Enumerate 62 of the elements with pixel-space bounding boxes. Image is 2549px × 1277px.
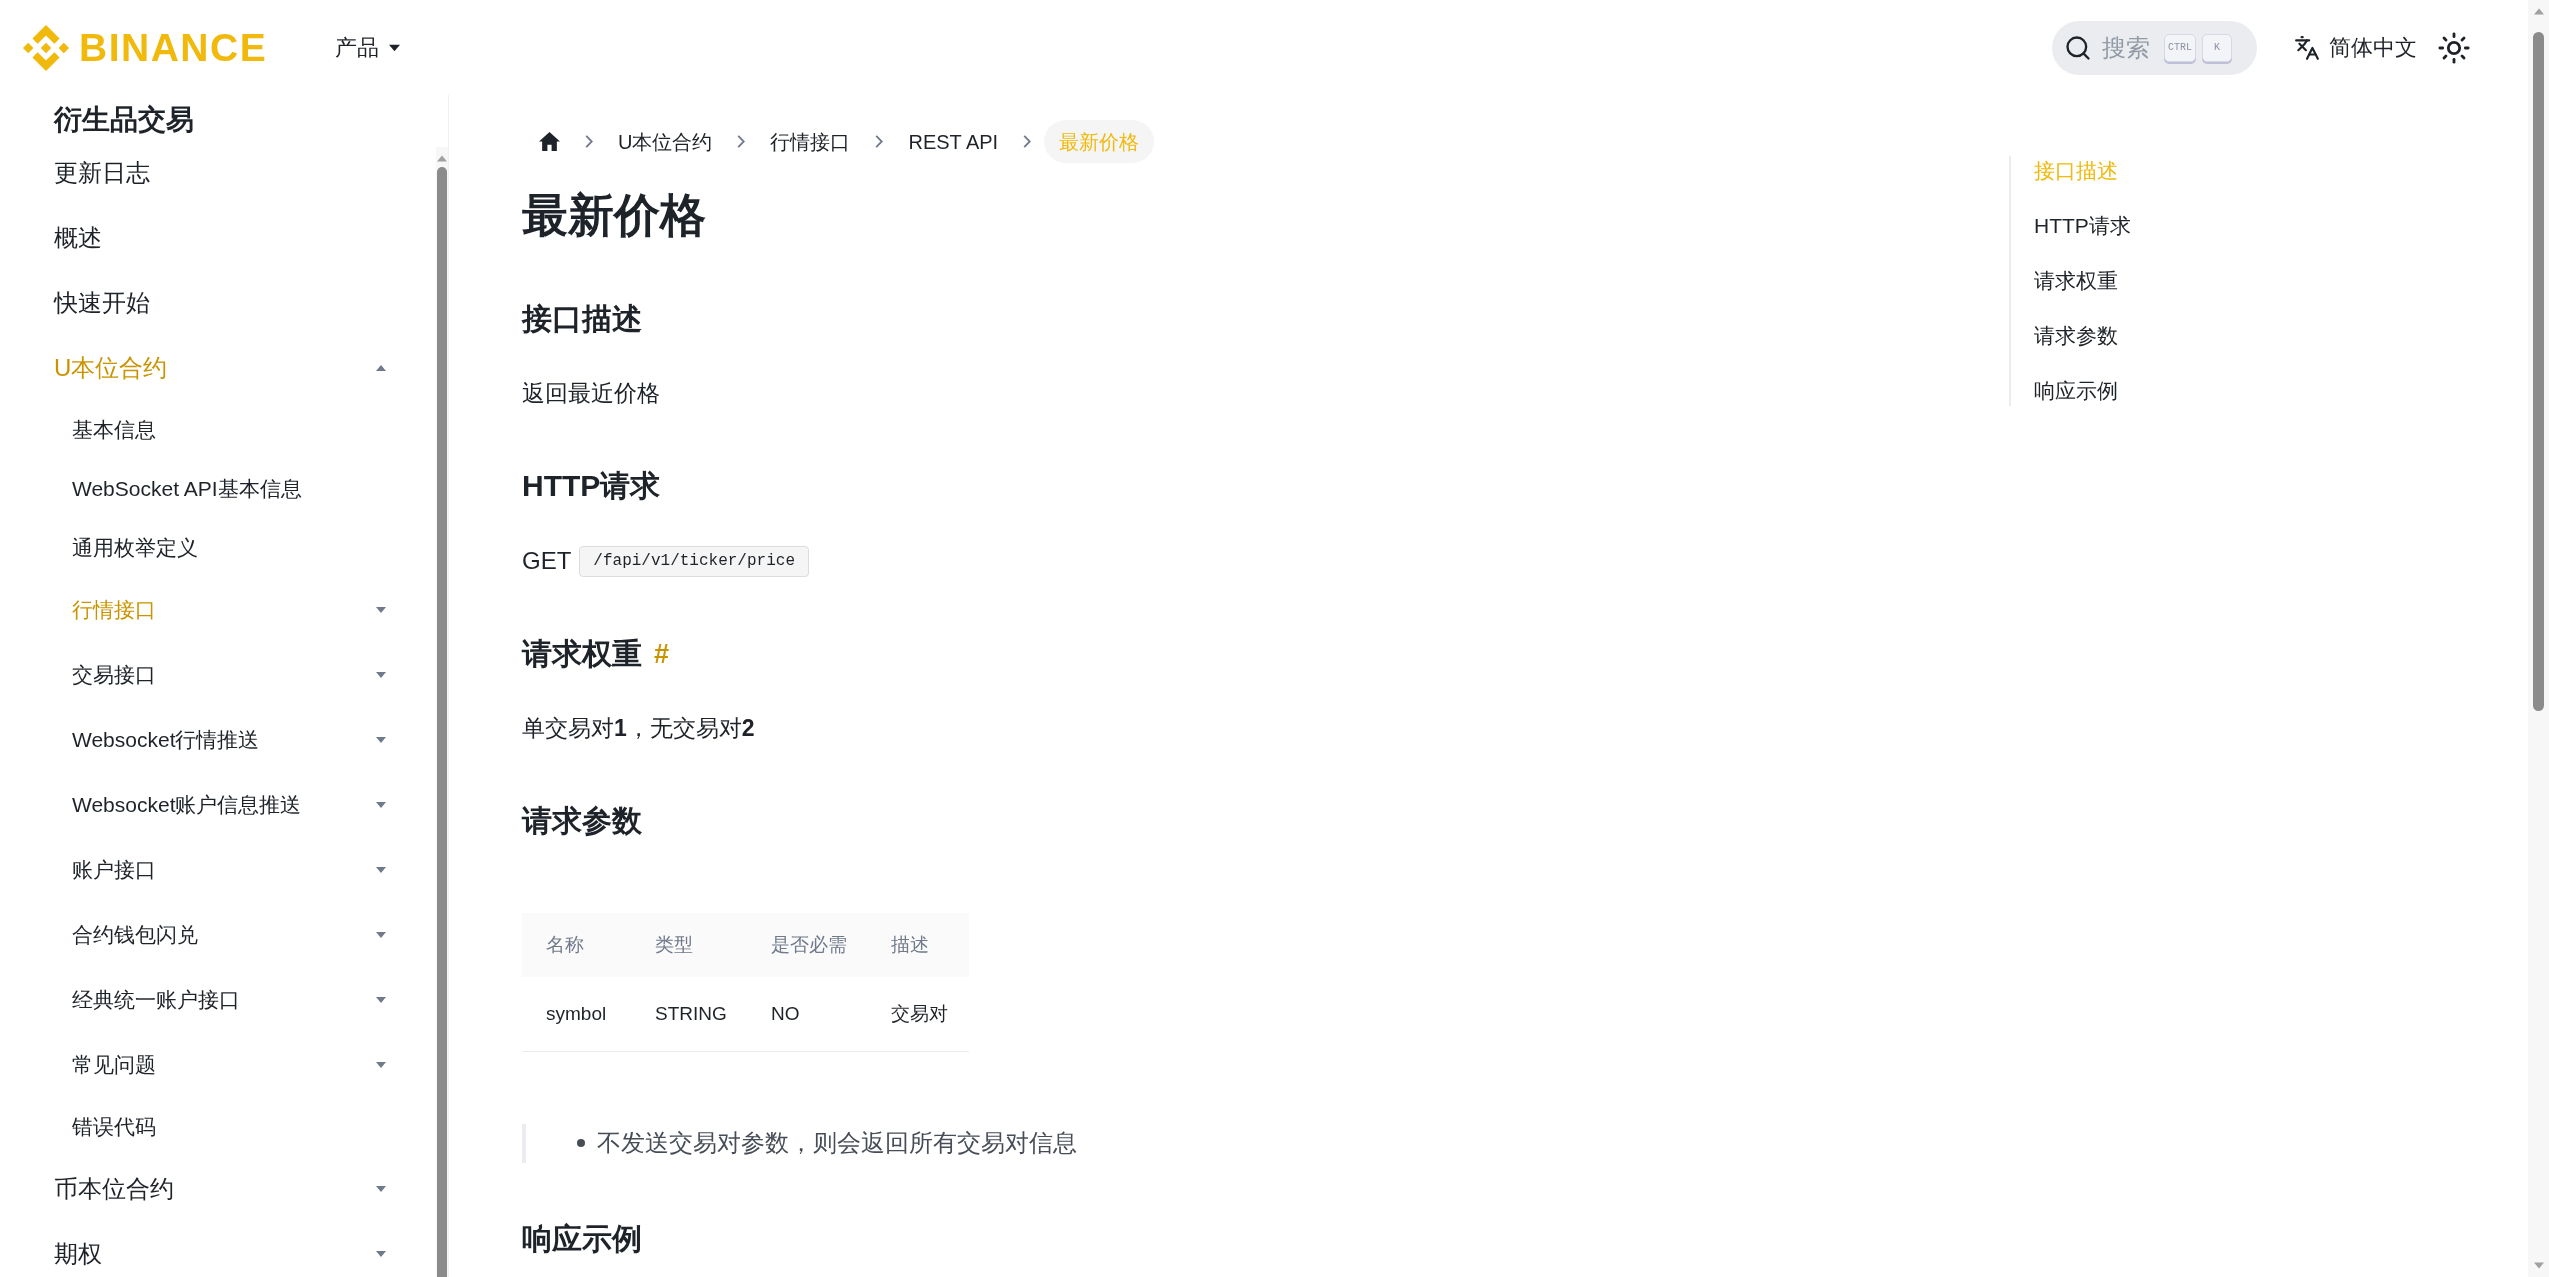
bullet-icon bbox=[577, 1139, 585, 1147]
sidebar-subitem[interactable]: 交易接口 bbox=[54, 642, 386, 707]
endpoint-path: /fapi/v1/ticker/price bbox=[579, 545, 809, 577]
table-header-cell: 是否必需 bbox=[747, 913, 867, 977]
sidebar-subitem[interactable]: Websocket行情推送 bbox=[54, 707, 386, 772]
sidebar-subitem[interactable]: 错误代码 bbox=[54, 1097, 386, 1156]
sidebar-item[interactable]: 期权 bbox=[54, 1221, 386, 1277]
section-heading: 请求权重 bbox=[522, 636, 642, 672]
chevron-right-icon bbox=[875, 135, 884, 148]
sidebar-subitem[interactable]: 通用枚举定义 bbox=[54, 518, 386, 577]
breadcrumb-link[interactable]: REST API bbox=[908, 126, 999, 157]
table-header-cell: 名称 bbox=[522, 913, 631, 977]
translate-icon bbox=[2294, 34, 2320, 61]
table-cell: NO bbox=[747, 977, 867, 1051]
breadcrumb-link[interactable]: U本位合约 bbox=[618, 126, 713, 157]
sidebar-subitem[interactable]: WebSocket API基本信息 bbox=[54, 459, 386, 518]
sidebar-subitem[interactable]: 常见问题 bbox=[54, 1032, 386, 1097]
sidebar-item[interactable]: 更新日志 bbox=[54, 140, 386, 205]
page-title: 最新价格 bbox=[522, 188, 707, 243]
chevron-right-icon bbox=[585, 135, 593, 148]
section-heading: 接口描述 bbox=[522, 301, 642, 337]
diamond-logo-icon bbox=[23, 24, 69, 71]
table-header-cell: 描述 bbox=[867, 913, 969, 977]
sidebar-subitem[interactable]: 合约钱包闪兑 bbox=[54, 902, 386, 967]
sidebar-item[interactable]: 快速开始 bbox=[54, 270, 386, 335]
keyboard-key: CTRL bbox=[2164, 33, 2196, 62]
table-cell: 交易对 bbox=[867, 977, 969, 1051]
language-selector[interactable]: 简体中文 bbox=[2294, 31, 2417, 64]
section-heading: 响应示例 bbox=[522, 1220, 642, 1257]
sidebar-subitem[interactable]: 经典统一账户接口 bbox=[54, 967, 386, 1032]
sidebar-subitem[interactable]: Websocket账户信息推送 bbox=[54, 772, 386, 837]
sun-icon[interactable] bbox=[2437, 30, 2471, 65]
keyboard-key: K bbox=[2202, 33, 2232, 62]
toc-link[interactable]: 请求权重 bbox=[2034, 266, 2118, 296]
toc-link[interactable]: 请求参数 bbox=[2034, 321, 2118, 351]
nav-menu-button[interactable]: 产品 bbox=[335, 31, 401, 64]
sidebar-item[interactable]: 币本位合约 bbox=[54, 1156, 386, 1221]
sidebar-title: 衍生品交易 bbox=[52, 103, 195, 137]
sidebar-subitem[interactable]: 基本信息 bbox=[54, 400, 386, 459]
chevron-right-icon bbox=[1023, 135, 1032, 148]
scroll-up-icon[interactable] bbox=[437, 155, 447, 162]
section-heading: HTTP请求 bbox=[522, 468, 661, 504]
sidebar-subitem[interactable]: 账户接口 bbox=[54, 837, 386, 902]
scrollbar-thumb[interactable] bbox=[2533, 32, 2544, 711]
note-text: 不发送交易对参数，则会返回所有交易对信息 bbox=[597, 1128, 1077, 1158]
paragraph-text: 返回最近价格 bbox=[522, 379, 661, 408]
http-method: GET bbox=[522, 546, 572, 576]
breadcrumb-link[interactable]: 行情接口 bbox=[770, 126, 851, 157]
home-icon[interactable] bbox=[539, 132, 560, 151]
scrollbar-thumb[interactable] bbox=[437, 167, 447, 1277]
section-heading: 请求参数 bbox=[522, 803, 642, 839]
paragraph-text: 单交易对1，无交易对2 bbox=[522, 714, 756, 743]
table-cell: STRING bbox=[631, 977, 747, 1051]
sidebar-item[interactable]: 概述 bbox=[54, 205, 386, 270]
table-cell: symbol bbox=[522, 977, 631, 1051]
table-header-cell: 类型 bbox=[631, 913, 747, 977]
search-icon bbox=[2064, 33, 2092, 62]
scroll-down-icon[interactable] bbox=[2533, 1262, 2544, 1269]
chevron-right-icon bbox=[737, 135, 746, 148]
scroll-up-icon[interactable] bbox=[2533, 8, 2544, 15]
toc-link[interactable]: HTTP请求 bbox=[2034, 211, 2131, 241]
toc-link[interactable]: 响应示例 bbox=[2034, 376, 2118, 406]
